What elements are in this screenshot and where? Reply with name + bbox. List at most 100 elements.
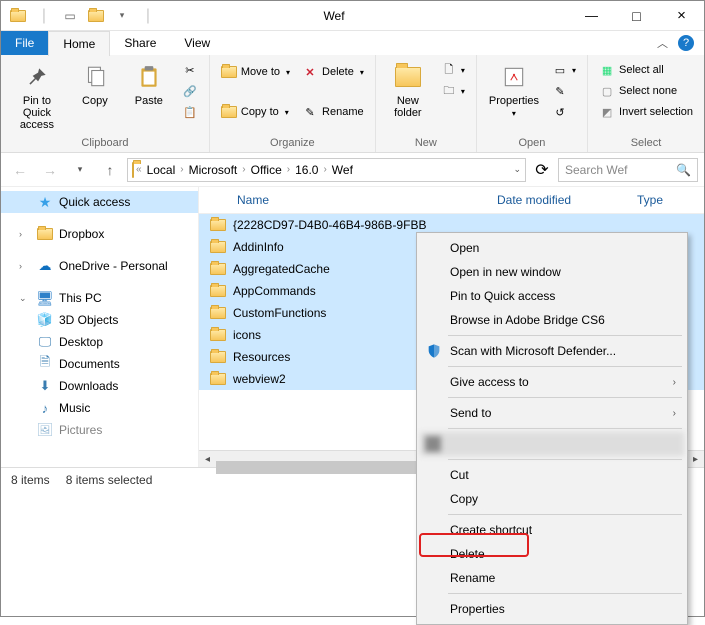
col-name[interactable]: Name <box>227 187 487 213</box>
new-folder-icon <box>392 61 424 93</box>
edit-button[interactable]: ✎ <box>549 82 579 100</box>
desktop-icon: 🖵 <box>37 334 53 350</box>
addr-dropdown-icon[interactable]: ⌄ <box>513 164 521 175</box>
maximize-button[interactable]: □ <box>614 1 659 31</box>
address-bar[interactable]: « Local› Microsoft› Office› 16.0› Wef ⌄ <box>127 158 526 182</box>
paste-shortcut-button[interactable]: 📋 <box>179 103 201 121</box>
cm-delete[interactable]: Delete <box>420 542 684 566</box>
cloud-icon: ☁ <box>37 258 53 274</box>
cm-defender-scan[interactable]: Scan with Microsoft Defender... <box>420 339 684 363</box>
cm-give-access[interactable]: Give access to› <box>420 370 684 394</box>
breadcrumb[interactable]: Microsoft <box>186 163 241 177</box>
copy-path-button[interactable]: 🔗 <box>179 82 201 100</box>
sidebar-item-quick-access[interactable]: ★Quick access <box>1 191 198 213</box>
help-icon[interactable]: ? <box>678 35 694 51</box>
scroll-left-icon[interactable]: ◂ <box>199 454 216 465</box>
sidebar-item-3d-objects[interactable]: 🧊3D Objects <box>1 309 198 331</box>
copy-button[interactable]: Copy <box>71 59 119 109</box>
sidebar-item-onedrive[interactable]: ›☁OneDrive - Personal <box>1 255 198 277</box>
move-to-button[interactable]: Move to▾ <box>218 63 293 81</box>
copy-label: Copy <box>82 95 108 107</box>
cm-adobe-bridge[interactable]: Browse in Adobe Bridge CS6 <box>420 308 684 332</box>
rename-button[interactable]: ✎Rename <box>299 103 367 121</box>
new-item-button[interactable]: 🗋▾ <box>438 61 468 79</box>
paste-icon <box>133 61 165 93</box>
qat-sep2: | <box>137 5 159 27</box>
delete-button[interactable]: ✕Delete▾ <box>299 63 367 81</box>
close-button[interactable]: × <box>659 1 704 31</box>
ribbon-group-select: ▦Select all ▢Select none ◩Invert selecti… <box>588 55 704 152</box>
cm-cut[interactable]: Cut <box>420 463 684 487</box>
select-all-button[interactable]: ▦Select all <box>596 61 696 79</box>
sidebar-item-downloads[interactable]: ⬇Downloads <box>1 375 198 397</box>
cm-separator <box>448 428 682 429</box>
properties-button[interactable]: Properties ▾ <box>485 59 543 120</box>
tab-home[interactable]: Home <box>48 31 110 56</box>
search-input[interactable]: Search Wef 🔍 <box>558 158 698 182</box>
pin-quick-access-button[interactable]: Pin to Quick access <box>9 59 65 133</box>
sidebar-item-dropbox[interactable]: ›Dropbox <box>1 223 198 245</box>
tab-file[interactable]: File <box>1 31 48 55</box>
sidebar-item-this-pc[interactable]: ⌄🖥This PC <box>1 287 198 309</box>
copy-to-button[interactable]: Copy to▾ <box>218 103 293 121</box>
cm-rename[interactable]: Rename <box>420 566 684 590</box>
breadcrumb[interactable]: Office <box>248 163 285 177</box>
open-button[interactable]: ▭▾ <box>549 61 579 79</box>
history-icon: ↺ <box>552 104 568 120</box>
forward-button[interactable]: → <box>37 157 63 183</box>
refresh-button[interactable]: ⟳ <box>530 158 554 182</box>
cm-create-shortcut[interactable]: Create shortcut <box>420 518 684 542</box>
moveto-icon <box>221 64 237 80</box>
col-type[interactable]: Type <box>627 187 673 213</box>
cm-open-new-window[interactable]: Open in new window <box>420 260 684 284</box>
cm-open[interactable]: Open <box>420 236 684 260</box>
folder-qat-2-icon[interactable] <box>85 5 107 27</box>
history-button[interactable]: ↺ <box>549 103 579 121</box>
copyto-icon <box>221 104 237 120</box>
folder-qat-icon[interactable] <box>7 5 29 27</box>
nav-pane: ★Quick access ›Dropbox ›☁OneDrive - Pers… <box>1 187 199 467</box>
pictures-icon: 🖼 <box>37 422 53 438</box>
sidebar-item-pictures[interactable]: 🖼Pictures <box>1 419 198 441</box>
search-placeholder: Search Wef <box>565 163 627 177</box>
addr-folder-icon <box>132 163 134 177</box>
new-group-label: New <box>384 135 468 152</box>
cm-blurred-item[interactable]: ████████████ <box>420 432 684 456</box>
breadcrumb[interactable]: Local <box>144 163 179 177</box>
invert-selection-button[interactable]: ◩Invert selection <box>596 103 696 121</box>
cut-button[interactable]: ✂ <box>179 61 201 79</box>
qat-dropdown-icon[interactable]: ▾ <box>111 5 133 27</box>
minimize-button[interactable]: — <box>569 1 614 31</box>
cm-separator <box>448 335 682 336</box>
cm-properties[interactable]: Properties <box>420 597 684 621</box>
paste-button[interactable]: Paste <box>125 59 173 109</box>
breadcrumb[interactable]: 16.0 <box>292 163 321 177</box>
select-none-button[interactable]: ▢Select none <box>596 82 696 100</box>
sidebar-item-documents[interactable]: 🗎Documents <box>1 353 198 375</box>
up-button[interactable]: ↑ <box>97 157 123 183</box>
collapse-ribbon-icon[interactable]: ︿ <box>657 35 668 51</box>
delete-x-icon: ✕ <box>302 64 318 80</box>
new-folder-button[interactable]: New folder <box>384 59 432 121</box>
ribbon: Pin to Quick access Copy Paste ✂ 🔗 📋 Cli… <box>1 55 704 153</box>
recent-dropdown[interactable]: ▾ <box>67 157 93 183</box>
selectall-icon: ▦ <box>599 62 615 78</box>
sidebar-item-music[interactable]: ♪Music <box>1 397 198 419</box>
properties-qat-icon[interactable]: ▭ <box>59 5 81 27</box>
tab-view[interactable]: View <box>170 31 224 55</box>
cm-copy[interactable]: Copy <box>420 487 684 511</box>
cm-send-to[interactable]: Send to› <box>420 401 684 425</box>
scroll-right-icon[interactable]: ▸ <box>687 454 704 465</box>
select-group-label: Select <box>596 135 696 152</box>
breadcrumb[interactable]: Wef <box>329 163 356 177</box>
sidebar-item-desktop[interactable]: 🖵Desktop <box>1 331 198 353</box>
col-date[interactable]: Date modified <box>487 187 627 213</box>
selectnone-icon: ▢ <box>599 83 615 99</box>
back-button[interactable]: ← <box>7 157 33 183</box>
easy-access-button[interactable]: 🗀▾ <box>438 82 468 100</box>
pushpin-icon <box>21 61 53 93</box>
cm-pin-quick-access[interactable]: Pin to Quick access <box>420 284 684 308</box>
ribbon-group-new: New folder 🗋▾ 🗀▾ New <box>376 55 477 152</box>
tab-share[interactable]: Share <box>110 31 170 55</box>
clipboard-group-label: Clipboard <box>9 135 201 152</box>
